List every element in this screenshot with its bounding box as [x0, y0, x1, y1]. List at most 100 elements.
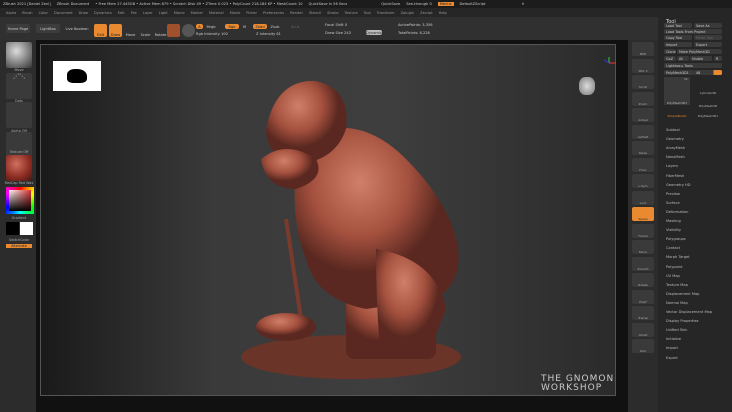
- section-morph-target[interactable]: Morph Target: [666, 255, 690, 259]
- section-arraymesh[interactable]: ArrayMesh: [666, 146, 685, 150]
- menu-preferences[interactable]: Preferences: [263, 11, 284, 15]
- section-export[interactable]: Export: [666, 356, 678, 360]
- section-import[interactable]: Import: [666, 346, 678, 350]
- focal-shift-slider[interactable]: Focal Shift 0: [325, 22, 370, 27]
- load-tool-button[interactable]: Load Tool: [664, 23, 692, 28]
- draw-button[interactable]: Draw: [109, 24, 122, 37]
- menu-render[interactable]: Render: [290, 11, 303, 15]
- shelf-button-bpr[interactable]: BPR: [632, 42, 654, 56]
- mrgb-toggle[interactable]: Mrgb: [205, 24, 217, 29]
- menu-light[interactable]: Light: [159, 11, 168, 15]
- section-normal-map[interactable]: Normal Map: [666, 301, 688, 305]
- tool-thumb-cylinder3d[interactable]: Cylinder3D: [694, 91, 722, 95]
- color-picker[interactable]: [6, 187, 34, 214]
- export-button[interactable]: Export: [694, 42, 722, 47]
- menu-stencil[interactable]: Stencil: [309, 11, 321, 15]
- shelf-button-persp[interactable]: Persp: [632, 141, 654, 155]
- menu-zplugin[interactable]: Zplugin: [401, 11, 415, 15]
- rotate-button[interactable]: Rotate: [154, 24, 167, 37]
- document-area[interactable]: THE GNOMON WORKSHOP: [40, 44, 616, 396]
- material-swatch[interactable]: [167, 24, 180, 37]
- shelf-button-solo[interactable]: Solo: [632, 339, 654, 353]
- tool-thumb-polymesh3d1[interactable]: PolyMesh3D1: [664, 77, 690, 105]
- tool-thumb-polymesh3d1-b[interactable]: PolyMesh3D1: [694, 114, 722, 118]
- make-polymesh3d-button[interactable]: Make PolyMesh3D: [677, 49, 722, 54]
- load-tools-from-project-button[interactable]: Load Tools From Project: [664, 29, 722, 34]
- alpha-button[interactable]: [6, 102, 32, 128]
- dynamic-button[interactable]: Dynamic: [366, 30, 382, 35]
- goz-button[interactable]: GoZ: [664, 56, 676, 61]
- menu-color[interactable]: Color: [39, 11, 48, 15]
- section-contact[interactable]: Contact: [666, 246, 680, 250]
- alternate-button[interactable]: Alternate: [6, 244, 32, 248]
- section-geometry-hd[interactable]: Geometry HD: [666, 183, 691, 187]
- shelf-button-lsym[interactable]: L.Sym: [632, 174, 654, 188]
- draw-size-slider[interactable]: Draw Size 243: [325, 30, 355, 35]
- section-subtool[interactable]: Subtool: [666, 128, 680, 132]
- scale-button[interactable]: Scale: [139, 24, 152, 37]
- tool-thumb-simplebrush[interactable]: SimpleBrush: [664, 114, 690, 118]
- menu-picker[interactable]: Picker: [246, 11, 257, 15]
- a-toggle[interactable]: A: [196, 24, 203, 29]
- close-icon[interactable]: ✕: [522, 2, 525, 6]
- lightbox-tools-button[interactable]: Lightbox ▸ Tools: [664, 63, 722, 68]
- tool-thumb-polymesh3d[interactable]: PolyMesh3D: [694, 104, 722, 108]
- rgb-toggle[interactable]: Rgb: [225, 24, 239, 29]
- zsub-toggle[interactable]: Zsub: [270, 24, 280, 29]
- see-through-slider[interactable]: See-through 0: [406, 2, 432, 6]
- 3d-model-figure[interactable]: [206, 69, 496, 389]
- all-button[interactable]: All: [677, 56, 689, 61]
- orientation-head-icon[interactable]: [579, 77, 595, 95]
- shelf-button-zoomd[interactable]: ZoomD: [632, 256, 654, 271]
- save-as-button[interactable]: Save As: [694, 23, 722, 28]
- current-tool-value[interactable]: 48: [694, 70, 722, 75]
- shelf-button-rotate[interactable]: Rotate: [632, 273, 654, 287]
- z-intensity-slider[interactable]: Z Intensity 61: [256, 31, 306, 36]
- clone-button[interactable]: Clone: [664, 49, 676, 54]
- quicksave-button[interactable]: QuickSave: [381, 2, 400, 6]
- live-boolean-button[interactable]: Live Boolean: [63, 24, 91, 33]
- texture-swatch[interactable]: [182, 24, 195, 37]
- menu-file[interactable]: File: [131, 11, 137, 15]
- menu-document[interactable]: Document: [54, 11, 73, 15]
- menu-texture[interactable]: Texture: [345, 11, 358, 15]
- shelf-button-aahalf[interactable]: AAHalf: [632, 124, 654, 139]
- shelf-button-lock[interactable]: Lock: [632, 190, 654, 205]
- section-vector-displacement-map[interactable]: Vector Displacement Map: [666, 310, 712, 314]
- menu-material[interactable]: Material: [209, 11, 224, 15]
- move-button[interactable]: Move: [124, 24, 137, 37]
- shelf-button-zoom[interactable]: Zoom: [632, 91, 654, 106]
- menu-layer[interactable]: Layer: [143, 11, 153, 15]
- shelf-button-move[interactable]: Move: [632, 240, 654, 254]
- brush-button[interactable]: [6, 42, 32, 68]
- m-toggle[interactable]: M: [242, 24, 247, 29]
- shelf-button-transp[interactable]: Transp: [632, 306, 654, 320]
- section-surface[interactable]: Surface: [666, 201, 680, 205]
- import-button[interactable]: Import: [664, 42, 692, 47]
- shelf-button-ghost[interactable]: Ghost: [632, 322, 654, 337]
- shelf-button-floor[interactable]: Floor: [632, 157, 654, 172]
- section-visibility[interactable]: Visibility: [666, 228, 681, 232]
- menus-button[interactable]: Menus: [437, 2, 454, 6]
- menu-alpha[interactable]: Alpha: [6, 11, 16, 15]
- switch-color-button[interactable]: SwitchColor: [2, 238, 36, 242]
- section-displacement-map[interactable]: Displacement Map: [666, 292, 699, 296]
- zadd-toggle[interactable]: Zadd: [253, 24, 267, 29]
- stroke-button[interactable]: ⋰⋱: [6, 73, 32, 99]
- menu-marker[interactable]: Marker: [191, 11, 203, 15]
- menu-draw[interactable]: Draw: [79, 11, 88, 15]
- menu-help[interactable]: Help: [439, 11, 447, 15]
- shelf-button-actual[interactable]: Actual: [632, 108, 654, 122]
- r-button[interactable]: R: [714, 56, 722, 61]
- section-preview[interactable]: Preview: [666, 192, 680, 196]
- section-fibermesh[interactable]: FiberMesh: [666, 174, 684, 178]
- section-unified-skin[interactable]: Unified Skin: [666, 328, 687, 332]
- menu-brush[interactable]: Brush: [22, 11, 32, 15]
- section-texture-map[interactable]: Texture Map: [666, 283, 688, 287]
- section-geometry[interactable]: Geometry: [666, 137, 684, 141]
- axis-gizmo-icon[interactable]: [601, 57, 617, 71]
- shelf-button-spix3[interactable]: SPix 3: [632, 58, 654, 73]
- edit-button[interactable]: Edit: [94, 24, 107, 37]
- navigation-thumbnail[interactable]: [53, 61, 101, 91]
- default-zscript[interactable]: DefaultZScript: [460, 2, 486, 6]
